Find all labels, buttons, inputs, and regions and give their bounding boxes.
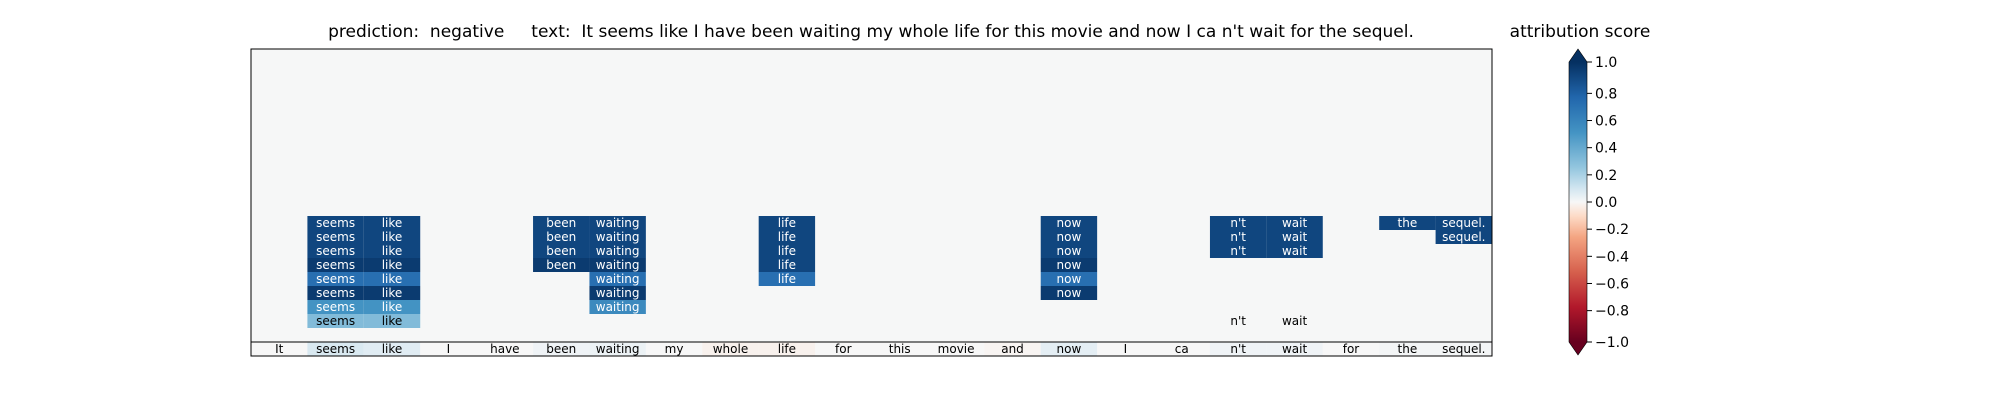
- token-label: for: [1343, 342, 1360, 356]
- attribution-cell-label: like: [382, 272, 403, 286]
- attribution-cell-label: now: [1057, 286, 1082, 300]
- attribution-cell-label: waiting: [596, 286, 640, 300]
- attribution-cell-label: now: [1057, 216, 1082, 230]
- attribution-cell-label: life: [778, 230, 796, 244]
- attribution-cell-label: wait: [1282, 314, 1308, 328]
- colorbar-tick-label: 1.0: [1595, 55, 1617, 71]
- attribution-cell-label: life: [778, 272, 796, 286]
- attribution-cell-label: now: [1057, 272, 1082, 286]
- token-label: sequel.: [1442, 342, 1485, 356]
- colorbar-tick-label: 0.2: [1595, 168, 1617, 184]
- colorbar-tick-label: 0.8: [1595, 86, 1617, 102]
- attribution-cell-label: seems: [316, 216, 355, 230]
- colorbar-tick-label: −1.0: [1595, 335, 1629, 351]
- token-label: I: [1124, 342, 1128, 356]
- attribution-cell-label: now: [1057, 244, 1082, 258]
- attribution-cell-label: now: [1057, 230, 1082, 244]
- attribution-cell-label: waiting: [596, 216, 640, 230]
- plot-background: [251, 49, 1492, 356]
- attribution-cell-label: waiting: [596, 244, 640, 258]
- attribution-cell-label: been: [546, 258, 576, 272]
- attribution-cell-label: n't: [1230, 244, 1246, 258]
- token-label: waiting: [596, 342, 640, 356]
- attribution-cell-label: like: [382, 300, 403, 314]
- token-label: the: [1398, 342, 1418, 356]
- colorbar: [1569, 62, 1587, 342]
- colorbar-tick-label: 0.6: [1595, 114, 1617, 130]
- attribution-cell-label: wait: [1282, 216, 1308, 230]
- colorbar-extend-top: [1569, 49, 1587, 62]
- token-label: been: [546, 342, 576, 356]
- colorbar-tick-label: 0.4: [1595, 141, 1617, 157]
- token-label: and: [1001, 342, 1024, 356]
- attribution-cell-label: seems: [316, 314, 355, 328]
- attribution-cell-label: n't: [1230, 230, 1246, 244]
- colorbar-tick-label: 0.0: [1595, 195, 1617, 211]
- attribution-cell-label: like: [382, 244, 403, 258]
- attribution-cell-label: like: [382, 216, 403, 230]
- attribution-cell-label: been: [546, 230, 576, 244]
- attribution-cell-label: like: [382, 286, 403, 300]
- attribution-cell-label: seems: [316, 286, 355, 300]
- attribution-cell-label: waiting: [596, 272, 640, 286]
- token-label: have: [490, 342, 519, 356]
- attribution-cell-label: seems: [316, 258, 355, 272]
- heatmap-svg: It seems like Ihave been waiting my whole life fo…: [250, 48, 1629, 357]
- colorbar-tick-label: −0.2: [1595, 222, 1629, 238]
- token-label: It: [275, 342, 284, 356]
- chart-stage: prediction: negative text: It seems like…: [0, 0, 2000, 400]
- token-label: life: [778, 342, 796, 356]
- attribution-cell-label: life: [778, 216, 796, 230]
- attribution-cell-label: now: [1057, 258, 1082, 272]
- attribution-cell-label: wait: [1282, 244, 1308, 258]
- attribution-cell-label: waiting: [596, 230, 640, 244]
- token-label: my: [665, 342, 684, 356]
- attribution-cell-label: sequel.: [1442, 230, 1485, 244]
- attribution-cell-label: like: [382, 258, 403, 272]
- attribution-cell-label: waiting: [596, 300, 640, 314]
- colorbar-extend-bottom: [1569, 342, 1587, 355]
- attribution-cell-label: waiting: [596, 258, 640, 272]
- token-label: I: [447, 342, 451, 356]
- token-label: wait: [1282, 342, 1308, 356]
- token-label: now: [1057, 342, 1082, 356]
- token-label: seems: [316, 342, 355, 356]
- attribution-cell-label: wait: [1282, 230, 1308, 244]
- attribution-cell-label: like: [382, 314, 403, 328]
- token-label: whole: [713, 342, 748, 356]
- token-label: for: [835, 342, 852, 356]
- token-label: movie: [938, 342, 975, 356]
- attribution-cell-label: the: [1398, 216, 1418, 230]
- attribution-cell-label: seems: [316, 272, 355, 286]
- token-label: n't: [1230, 342, 1246, 356]
- colorbar-tick-label: −0.6: [1595, 276, 1629, 292]
- colorbar-tick-label: −0.8: [1595, 304, 1629, 320]
- attribution-cell-label: life: [778, 244, 796, 258]
- attribution-cell-label: been: [546, 244, 576, 258]
- attribution-cell-label: seems: [316, 300, 355, 314]
- attribution-cell-label: life: [778, 258, 796, 272]
- attribution-cell-label: been: [546, 216, 576, 230]
- attribution-cell-label: seems: [316, 244, 355, 258]
- colorbar-tick-label: −0.4: [1595, 249, 1629, 265]
- token-label: ca: [1175, 342, 1189, 356]
- attribution-cell-label: like: [382, 230, 403, 244]
- attribution-cell-label: n't: [1230, 216, 1246, 230]
- attribution-cell-label: seems: [316, 230, 355, 244]
- attribution-cell-label: n't: [1230, 314, 1246, 328]
- attribution-cell-label: sequel.: [1442, 216, 1485, 230]
- token-label: like: [382, 342, 403, 356]
- token-label: this: [889, 342, 911, 356]
